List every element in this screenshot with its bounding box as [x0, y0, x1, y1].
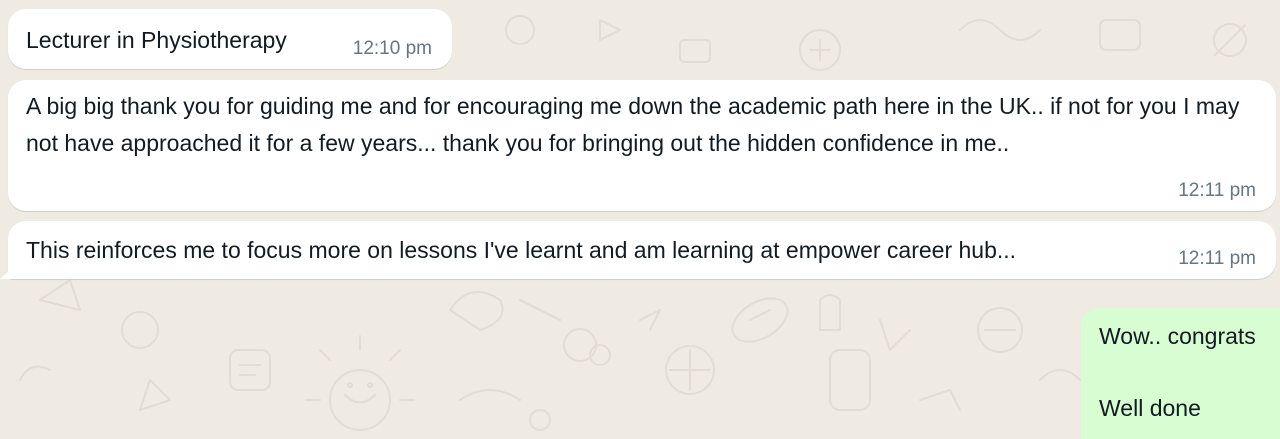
message-text-line: Wow.. congrats — [1099, 323, 1256, 349]
message-text: This reinforces me to focus more on less… — [26, 237, 1017, 263]
message-text: Lecturer in Physiotherapy — [26, 27, 287, 53]
message-bubble-incoming[interactable]: A big big thank you for guiding me and f… — [8, 80, 1276, 211]
message-time: 12:11 pm — [1178, 180, 1256, 201]
chat-area[interactable]: Lecturer in Physiotherapy 12:10 pm A big… — [0, 0, 1280, 439]
message-time: 12:11 pm — [1178, 248, 1256, 269]
message-time: 12:10 pm — [352, 38, 432, 59]
message-text: A big big thank you for guiding me and f… — [26, 93, 1246, 156]
message-bubble-incoming[interactable]: This reinforces me to focus more on less… — [0, 221, 1276, 279]
bubble-tail — [0, 265, 16, 279]
message-bubble-outgoing[interactable]: Wow.. congrats Well done — [1081, 308, 1280, 439]
message-text-line: Well done — [1099, 395, 1201, 421]
message-bubble-incoming[interactable]: Lecturer in Physiotherapy 12:10 pm — [8, 9, 452, 69]
